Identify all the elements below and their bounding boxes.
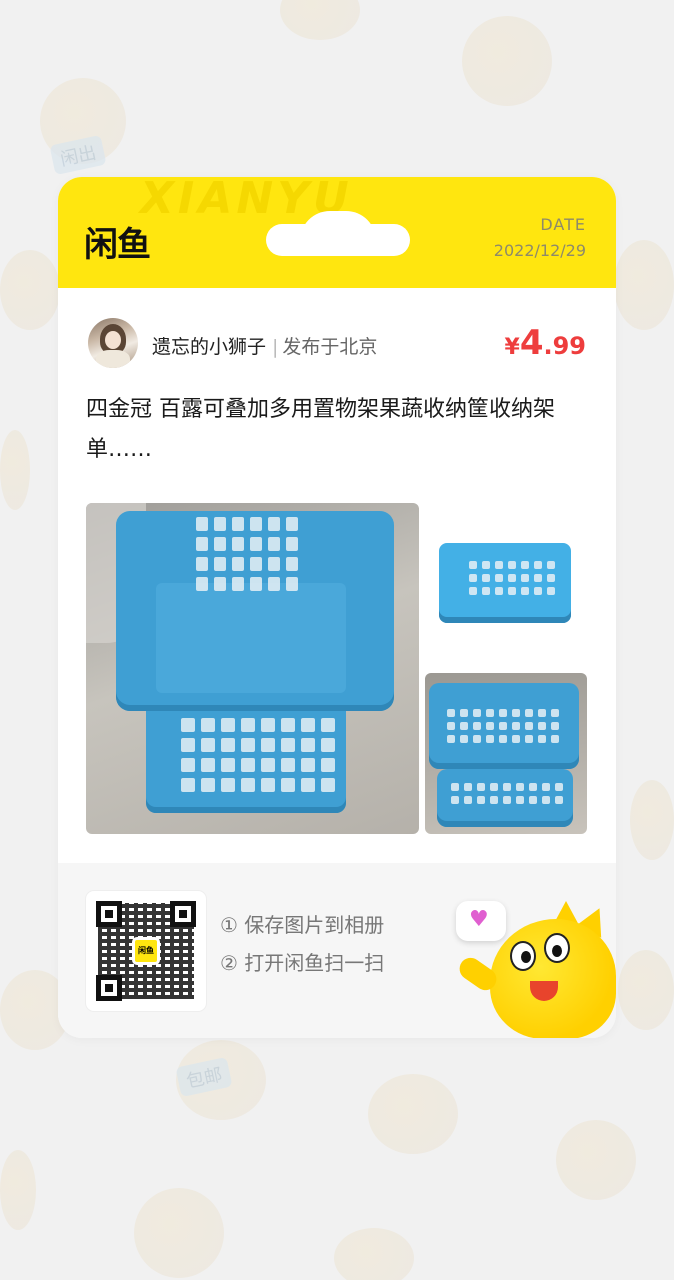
heart-icon: ♥ — [469, 907, 489, 932]
background-mascot — [0, 430, 30, 510]
item-photo-stacked[interactable] — [425, 673, 587, 834]
price: ¥4.99 — [505, 323, 587, 363]
price-integer: 4 — [519, 323, 544, 363]
seller-location: 发布于北京 — [282, 336, 378, 358]
background-mascot — [0, 1150, 36, 1230]
seller-separator: | — [272, 336, 279, 358]
item-photo-main[interactable] — [86, 503, 419, 834]
instruction-scan: ② 打开闲鱼扫一扫 — [220, 951, 385, 975]
avatar[interactable] — [88, 318, 138, 368]
background-mascot — [462, 16, 552, 106]
item-photo-product[interactable] — [425, 503, 587, 664]
background-mascot — [630, 780, 674, 860]
share-card: XIANYU 闲鱼 DATE 2022/12/29 遗忘的小狮子 | 发布于北京 ¥… — [58, 177, 616, 1038]
background-mascot — [134, 1188, 224, 1278]
background-mascot — [0, 250, 60, 330]
xianyu-logo: 闲鱼 — [84, 225, 151, 265]
qr-logo: 闲鱼 — [132, 937, 160, 965]
date-label: DATE — [540, 215, 586, 234]
seller-info: 遗忘的小狮子 | 发布于北京 — [152, 332, 377, 359]
qr-code[interactable]: 闲鱼 — [86, 891, 206, 1011]
header-decoration — [266, 224, 410, 256]
instruction-save-image: ① 保存图片到相册 — [220, 913, 385, 937]
background-mascot — [556, 1120, 636, 1200]
mascot — [490, 919, 616, 1038]
date-value: 2022/12/29 — [493, 241, 586, 260]
background-mascot — [618, 950, 674, 1030]
background-mascot — [280, 0, 360, 40]
item-title[interactable]: 四金冠 百露可叠加多用置物架果蔬收纳筐收纳架 单…… — [86, 390, 586, 470]
price-currency: ¥ — [504, 335, 520, 360]
heart-bubble-icon: ♥ — [456, 901, 506, 941]
price-decimal: .99 — [543, 332, 586, 360]
background-mascot — [368, 1074, 458, 1154]
card-header: XIANYU 闲鱼 DATE 2022/12/29 — [58, 177, 616, 288]
background-mascot — [334, 1228, 414, 1280]
seller-name[interactable]: 遗忘的小狮子 — [152, 336, 266, 358]
background-mascot — [614, 240, 674, 330]
